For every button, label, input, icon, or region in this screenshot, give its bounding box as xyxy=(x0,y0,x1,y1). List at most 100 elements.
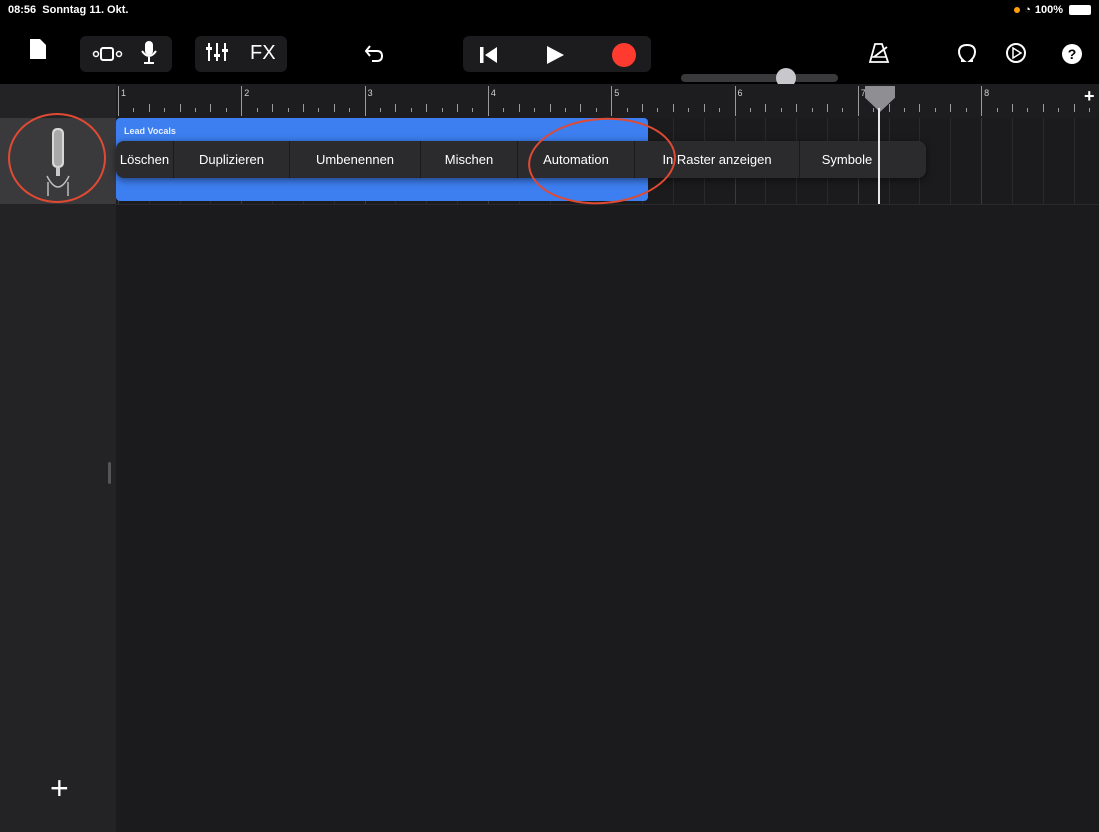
ruler-sub-tick xyxy=(210,104,212,112)
settings-icon[interactable] xyxy=(1005,42,1027,64)
ruler-sub-tick xyxy=(380,108,381,112)
ruler-sub-tick xyxy=(164,108,166,112)
ruler-sub-tick xyxy=(904,108,906,112)
ruler-sub-tick xyxy=(826,104,828,112)
ruler-bar-number: 8 xyxy=(984,88,990,98)
ruler-sub-tick xyxy=(1073,104,1075,112)
status-time: 08:56 Sonntag 11. Okt. xyxy=(8,4,129,16)
grid-line xyxy=(1011,118,1013,204)
ruler-sub-tick xyxy=(873,108,875,112)
resize-handle[interactable] xyxy=(108,462,111,484)
ruler-sub-tick xyxy=(626,108,628,112)
ruler-sub-tick xyxy=(919,104,921,112)
ruler-sub-tick xyxy=(272,104,274,112)
ruler-sub-tick xyxy=(195,108,197,112)
ruler-sub-tick xyxy=(672,104,674,112)
ruler-bar-tick xyxy=(487,86,489,116)
menu-item-duplicate[interactable]: Duplizieren xyxy=(174,141,290,178)
microphone-icon[interactable] xyxy=(140,40,158,66)
rewind-icon[interactable] xyxy=(479,46,499,64)
play-icon[interactable] xyxy=(545,45,565,65)
add-track-button[interactable]: + xyxy=(50,770,69,807)
ruler-sub-tick xyxy=(1058,108,1060,112)
ruler-sub-tick xyxy=(996,108,998,112)
battery-icon xyxy=(1069,5,1091,15)
ruler-bar-number: 6 xyxy=(737,88,743,98)
context-menu: Löschen Duplizieren Umbenennen Mischen A… xyxy=(116,141,926,178)
menu-item-merge[interactable]: Mischen xyxy=(421,141,518,178)
ruler-sub-tick xyxy=(148,104,150,112)
ruler-bar-tick xyxy=(857,86,859,116)
annotation-circle-track xyxy=(8,113,106,203)
ruler-sub-tick xyxy=(796,104,798,112)
ruler-sub-tick xyxy=(441,108,443,112)
ruler-sub-tick xyxy=(333,104,335,112)
ruler-bar-number: 2 xyxy=(244,88,250,98)
ruler-sub-tick xyxy=(225,108,227,112)
fx-button[interactable]: FX xyxy=(250,43,276,63)
document-icon[interactable] xyxy=(30,39,46,59)
battery-percent: 100% xyxy=(1034,4,1063,16)
ruler-sub-tick xyxy=(688,108,690,112)
ruler-sub-tick xyxy=(133,108,135,112)
ruler-sub-tick xyxy=(503,108,505,112)
grid-line xyxy=(981,118,983,204)
ruler-sub-tick xyxy=(811,108,813,112)
svg-text:?: ? xyxy=(1068,46,1077,62)
ruler-sub-tick xyxy=(888,104,890,112)
ruler-bar-tick xyxy=(364,86,366,116)
undo-icon[interactable] xyxy=(364,43,384,63)
ruler-sub-tick xyxy=(719,108,721,112)
add-section-button[interactable]: + xyxy=(1084,86,1095,107)
ruler-sub-tick xyxy=(950,104,952,112)
ruler-sub-tick xyxy=(564,108,566,112)
track-view-icon[interactable] xyxy=(92,46,124,62)
ruler-sub-tick xyxy=(1011,104,1013,112)
ruler-sub-tick xyxy=(549,104,551,112)
ruler-sub-tick xyxy=(749,108,751,112)
ruler-sub-tick xyxy=(472,108,474,112)
ruler-bar-number: 3 xyxy=(367,88,373,98)
ruler-sub-tick xyxy=(1042,104,1044,112)
ruler-sub-tick xyxy=(1027,108,1029,112)
mic-indicator-icon xyxy=(1014,7,1021,13)
grid-line xyxy=(1073,118,1075,204)
ruler-bar-number: 4 xyxy=(490,88,496,98)
help-icon[interactable]: ? xyxy=(1061,43,1083,65)
mixer-icon[interactable] xyxy=(206,42,228,62)
menu-item-delete[interactable]: Löschen xyxy=(116,141,174,178)
ruler-sub-tick xyxy=(580,104,582,112)
ruler-sub-tick xyxy=(934,108,936,112)
menu-item-rename[interactable]: Umbenennen xyxy=(290,141,421,178)
ruler-sub-tick xyxy=(657,108,659,112)
ruler-sub-tick xyxy=(965,108,967,112)
ruler-sub-tick xyxy=(302,104,304,112)
metronome-icon[interactable] xyxy=(868,42,890,64)
ruler-sub-tick xyxy=(410,108,412,112)
status-bar: 08:56 Sonntag 11. Okt. ◔ 100% xyxy=(0,0,1099,22)
ruler-sub-tick xyxy=(426,104,428,112)
ruler-sub-tick xyxy=(349,108,351,112)
ruler-sub-tick xyxy=(318,108,320,112)
ruler-sub-tick xyxy=(534,108,536,112)
grid-line xyxy=(1042,118,1044,204)
toolbar: FX ? xyxy=(0,22,1099,88)
master-volume-slider[interactable] xyxy=(681,74,838,82)
timeline-ruler[interactable]: 12345678 + xyxy=(0,84,1099,119)
record-button[interactable] xyxy=(612,43,636,67)
ruler-bar-tick xyxy=(241,86,243,116)
ruler-bar-tick xyxy=(611,86,613,116)
ruler-sub-tick xyxy=(1088,108,1090,112)
loop-icon[interactable] xyxy=(957,43,977,63)
ruler-bar-tick xyxy=(734,86,736,116)
wifi-icon: ◔ xyxy=(1024,4,1031,16)
ruler-sub-tick xyxy=(780,108,782,112)
ruler-sub-tick xyxy=(179,104,181,112)
ruler-bar-tick xyxy=(981,86,983,116)
ruler-sub-tick xyxy=(703,104,705,112)
ruler-sub-tick xyxy=(595,108,597,112)
ruler-sub-tick xyxy=(842,108,844,112)
ruler-sub-tick xyxy=(642,104,644,112)
ruler-sub-tick xyxy=(395,104,397,112)
status-right: ◔ 100% xyxy=(1014,4,1091,16)
